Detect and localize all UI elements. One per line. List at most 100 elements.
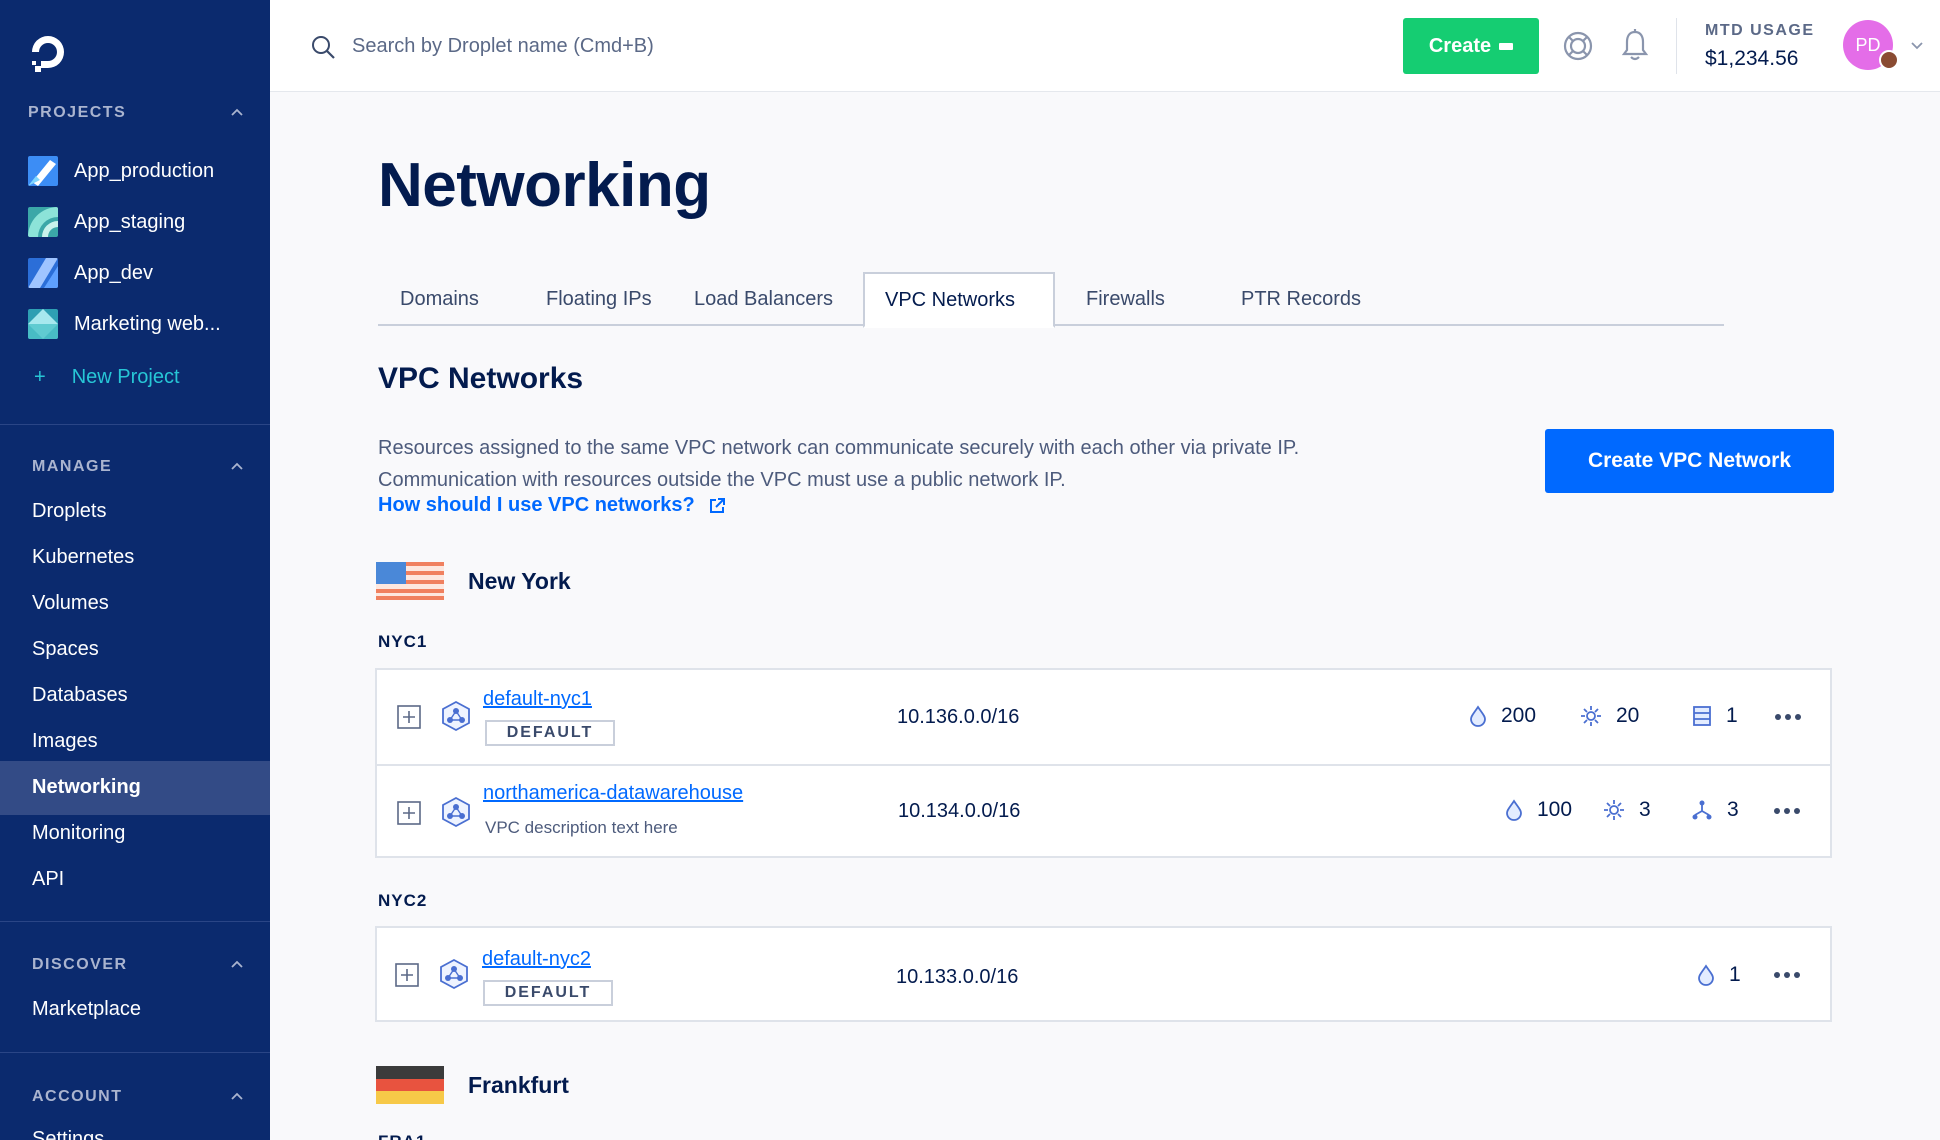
database-count: 1 [1692, 704, 1738, 728]
create-vpc-network-button[interactable]: Create VPC Network [1545, 429, 1834, 493]
search-icon [312, 36, 335, 59]
sidebar-item-label: App_staging [74, 210, 186, 233]
vpc-name-link[interactable]: default-nyc1 [483, 688, 592, 711]
more-options-icon[interactable] [1774, 712, 1802, 722]
sidebar-item-app-staging[interactable]: App_staging [28, 205, 185, 239]
sidebar: PROJECTS App_production App_staging App_… [0, 0, 270, 1140]
chevron-up-icon[interactable] [230, 106, 244, 120]
dropdown-bar-icon [1499, 42, 1514, 50]
tab-domains[interactable]: Domains [378, 272, 501, 326]
table-row[interactable]: default-nyc1 DEFAULT 10.136.0.0/16 200 2… [377, 670, 1830, 764]
kubernetes-count: 3 [1603, 798, 1651, 822]
sidebar-item-kubernetes[interactable]: Kubernetes [32, 542, 134, 572]
region-name: New York [468, 567, 571, 594]
expand-plus-icon[interactable] [397, 705, 421, 729]
ip-range: 10.134.0.0/16 [898, 800, 1021, 822]
sidebar-item-api[interactable]: API [32, 864, 64, 894]
ip-range: 10.133.0.0/16 [896, 966, 1019, 988]
sidebar-item-droplets[interactable]: Droplets [32, 496, 106, 526]
sidebar-item-networking[interactable]: Networking [32, 772, 141, 802]
vpc-help-link[interactable]: How should I use VPC networks? [378, 494, 727, 517]
tab-bar: Domains Floating IPs Load Balancers VPC … [378, 272, 1724, 328]
sidebar-item-spaces[interactable]: Spaces [32, 634, 99, 664]
kubernetes-icon [1581, 706, 1601, 726]
tab-vpc-networks[interactable]: VPC Networks [863, 272, 1056, 328]
manage-heading: MANAGE [32, 458, 113, 475]
table-row[interactable]: northamerica-datawarehouse VPC descripti… [377, 764, 1830, 858]
droplet-count-value: 200 [1501, 704, 1537, 727]
tab-firewalls[interactable]: Firewalls [1064, 272, 1187, 326]
droplet-icon [1470, 705, 1486, 727]
droplet-icon [1506, 799, 1522, 821]
vpc-network-list: default-nyc2 DEFAULT 10.133.0.0/16 1 [375, 926, 1832, 1022]
droplet-count-value: 1 [1729, 963, 1741, 986]
create-button[interactable]: Create [1403, 18, 1539, 74]
us-flag-icon [376, 562, 444, 600]
chevron-up-icon[interactable] [230, 1090, 244, 1104]
sidebar-item-volumes[interactable]: Volumes [32, 588, 109, 618]
topbar-divider [1676, 18, 1677, 74]
kubernetes-count-value: 3 [1639, 798, 1651, 821]
description: Resources assigned to the same VPC netwo… [378, 432, 1299, 496]
sidebar-item-marketplace[interactable]: Marketplace [32, 994, 141, 1024]
tab-floating-ips[interactable]: Floating IPs [524, 272, 674, 326]
tab-load-balancers[interactable]: Load Balancers [672, 272, 855, 326]
sidebar-item-databases[interactable]: Databases [32, 680, 128, 710]
region-name: Frankfurt [468, 1071, 569, 1098]
project-icon [28, 258, 58, 288]
sidebar-item-label: App_production [74, 159, 215, 182]
avatar-initials: PD [1855, 34, 1881, 55]
expand-plus-icon[interactable] [397, 801, 421, 825]
new-project-link[interactable]: + New Project [34, 366, 180, 389]
digitalocean-logo[interactable] [26, 30, 70, 74]
vpc-network-icon [440, 958, 468, 990]
droplet-count-value: 100 [1537, 798, 1573, 821]
avatar-badge [1879, 50, 1899, 70]
datacenter-label: NYC2 [378, 891, 428, 910]
sidebar-item-label: App_dev [74, 261, 153, 284]
droplet-icon [1698, 964, 1714, 986]
notification-bell-icon[interactable] [1620, 28, 1650, 62]
sidebar-item-marketing-web[interactable]: Marketing web... [28, 307, 221, 341]
chevron-up-icon[interactable] [230, 460, 244, 474]
more-options-icon[interactable] [1773, 806, 1801, 816]
chevron-up-icon[interactable] [230, 958, 244, 972]
sidebar-divider [0, 1052, 270, 1053]
vpc-network-list: default-nyc1 DEFAULT 10.136.0.0/16 200 2… [375, 668, 1832, 858]
create-button-label: Create [1428, 34, 1492, 57]
vpc-description: VPC description text here [485, 818, 678, 837]
kubernetes-count: 20 [1580, 704, 1639, 728]
default-badge: DEFAULT [483, 980, 613, 1006]
chevron-down-icon[interactable] [1910, 38, 1924, 52]
help-lifebuoy-icon[interactable] [1562, 30, 1594, 62]
vpc-network-icon [442, 796, 470, 828]
account-heading: ACCOUNT [32, 1088, 123, 1105]
usage-label: MTD USAGE [1705, 22, 1815, 39]
region-header-new-york: New York [376, 562, 571, 600]
search-input[interactable] [352, 28, 852, 64]
tab-ptr-records[interactable]: PTR Records [1219, 272, 1383, 326]
kubernetes-count-value: 20 [1616, 704, 1640, 727]
project-icon [28, 207, 58, 237]
sidebar-item-images[interactable]: Images [32, 726, 98, 756]
more-options-icon[interactable] [1773, 970, 1801, 980]
germany-flag-icon [376, 1066, 444, 1104]
top-bar: Create MTD USAGE $1,234.56 PD [270, 0, 1940, 92]
table-row[interactable]: default-nyc2 DEFAULT 10.133.0.0/16 1 [377, 928, 1830, 1022]
vpc-name-link[interactable]: northamerica-datawarehouse [483, 782, 743, 805]
sidebar-item-app-dev[interactable]: App_dev [28, 256, 153, 290]
sidebar-item-settings[interactable]: Settings [32, 1124, 104, 1140]
database-count-value: 1 [1726, 704, 1738, 727]
sidebar-divider [0, 424, 270, 425]
sidebar-item-app-production[interactable]: App_production [28, 154, 214, 188]
sidebar-item-monitoring[interactable]: Monitoring [32, 818, 125, 848]
new-project-label: New Project [71, 366, 180, 388]
external-link-icon [709, 497, 725, 513]
load-balancer-icon [1692, 800, 1712, 820]
sidebar-item-label: Marketing web... [74, 312, 221, 335]
project-icon [28, 156, 58, 186]
vpc-name-link[interactable]: default-nyc2 [482, 948, 591, 971]
page-title: Networking [378, 151, 711, 220]
droplet-count: 100 [1505, 798, 1572, 822]
expand-plus-icon[interactable] [395, 963, 419, 987]
